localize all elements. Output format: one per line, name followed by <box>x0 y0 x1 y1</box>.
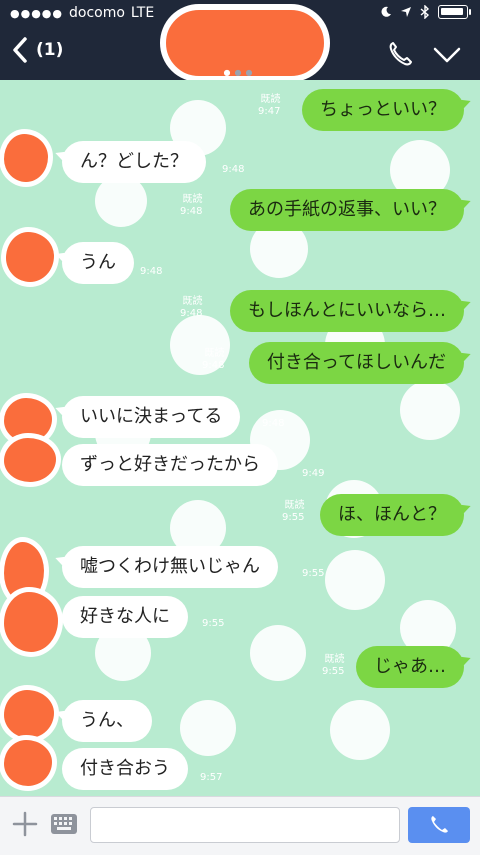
sender-avatar[interactable] <box>4 690 54 738</box>
background-dot <box>250 625 306 681</box>
signal-strength: ●●●●● <box>10 6 63 20</box>
moon-icon <box>381 6 391 17</box>
message-bubble-incoming[interactable]: うん、 <box>62 700 152 742</box>
message-bubble-outgoing[interactable]: じゃあ… <box>356 646 464 688</box>
sender-avatar[interactable] <box>4 134 48 182</box>
background-dot <box>330 700 390 760</box>
message-input[interactable] <box>90 807 400 843</box>
message-time: 9:55 <box>302 568 325 579</box>
chat-header: (1) ●●● <box>0 4 480 82</box>
location-arrow-icon <box>401 7 411 17</box>
back-button[interactable]: (1) <box>12 36 63 64</box>
message-list[interactable]: ちょっといい？ 既読 9:47 ん？どした？ 9:48 あの手紙の返事、いい？ 既… <box>0 80 480 796</box>
read-receipt: 既読 <box>260 94 281 105</box>
message-bubble-incoming[interactable]: ん？どした？ <box>62 141 206 183</box>
chevron-down-icon[interactable] <box>432 42 462 66</box>
keyboard-icon[interactable] <box>50 813 78 835</box>
sender-avatar[interactable] <box>6 232 54 282</box>
message-bubble-outgoing[interactable]: 付き合ってほしいんだ <box>248 342 464 384</box>
message-meta: 既読 9:55 <box>322 654 344 678</box>
read-receipt: 既読 <box>284 500 305 511</box>
read-receipt: 既読 <box>182 194 203 205</box>
message-bubble-incoming[interactable]: うん <box>62 242 134 284</box>
message-time: 9:55 <box>282 512 305 523</box>
network-type: LTE <box>130 5 155 21</box>
message-bubble-incoming[interactable]: いいに決まってる <box>62 396 241 438</box>
send-button[interactable] <box>408 807 470 843</box>
sender-avatar[interactable] <box>4 398 52 442</box>
message-bubble-outgoing[interactable]: あの手紙の返事、いい？ <box>230 189 464 231</box>
message-bubble-outgoing[interactable]: ちょっといい？ <box>302 89 464 131</box>
back-chevron-icon <box>13 37 27 63</box>
message-time: 9:48 <box>222 164 245 175</box>
bluetooth-icon <box>420 5 430 19</box>
battery-level <box>441 8 463 15</box>
message-bubble-outgoing[interactable]: もしほんとにいいなら… <box>230 290 464 332</box>
background-dot <box>325 550 385 610</box>
plus-icon[interactable] <box>12 811 38 837</box>
message-meta: 既読 9:55 <box>282 500 304 524</box>
phone-icon[interactable] <box>386 40 414 68</box>
phone-send-icon <box>431 816 448 833</box>
message-time: 9:57 <box>200 772 223 783</box>
message-bubble-incoming[interactable]: 嘘つくわけ無いじゃん <box>62 546 278 588</box>
sender-avatar[interactable] <box>4 592 58 652</box>
message-meta: 既読 9:47 <box>258 94 280 118</box>
read-receipt: 既読 <box>182 296 203 307</box>
message-time: 9:55 <box>322 666 345 677</box>
message-bubble-incoming[interactable]: ずっと好きだったから <box>62 444 278 486</box>
sender-avatar[interactable] <box>4 438 56 482</box>
message-time: 9:48 <box>180 308 203 319</box>
message-meta: 既読 9:48 <box>180 194 202 218</box>
message-time: 9:49 <box>302 468 325 479</box>
message-time: 9:55 <box>202 618 225 629</box>
message-time: 9:48 <box>262 418 285 429</box>
battery-icon <box>438 5 471 19</box>
page-indicator: ●●● <box>223 68 257 77</box>
message-bubble-outgoing[interactable]: ほ、ほんと？ <box>320 494 464 536</box>
message-meta: 既読 9:48 <box>202 348 224 372</box>
message-meta: 既読 9:48 <box>180 296 202 320</box>
message-time: 9:48 <box>180 206 203 217</box>
message-time: 9:48 <box>140 266 163 277</box>
read-receipt: 既読 <box>324 654 345 665</box>
carrier-name: docomo <box>69 5 125 21</box>
background-dot <box>180 700 236 756</box>
message-time: 9:48 <box>202 360 225 371</box>
background-dot <box>400 380 460 440</box>
read-receipt: 既読 <box>204 348 225 359</box>
sender-avatar[interactable] <box>4 740 52 786</box>
unread-count: (1) <box>36 40 64 60</box>
message-bubble-incoming[interactable]: 付き合おう <box>62 748 188 790</box>
message-time: 9:47 <box>258 106 281 117</box>
message-bubble-incoming[interactable]: 好きな人に <box>62 596 188 638</box>
message-input-bar <box>0 796 480 855</box>
